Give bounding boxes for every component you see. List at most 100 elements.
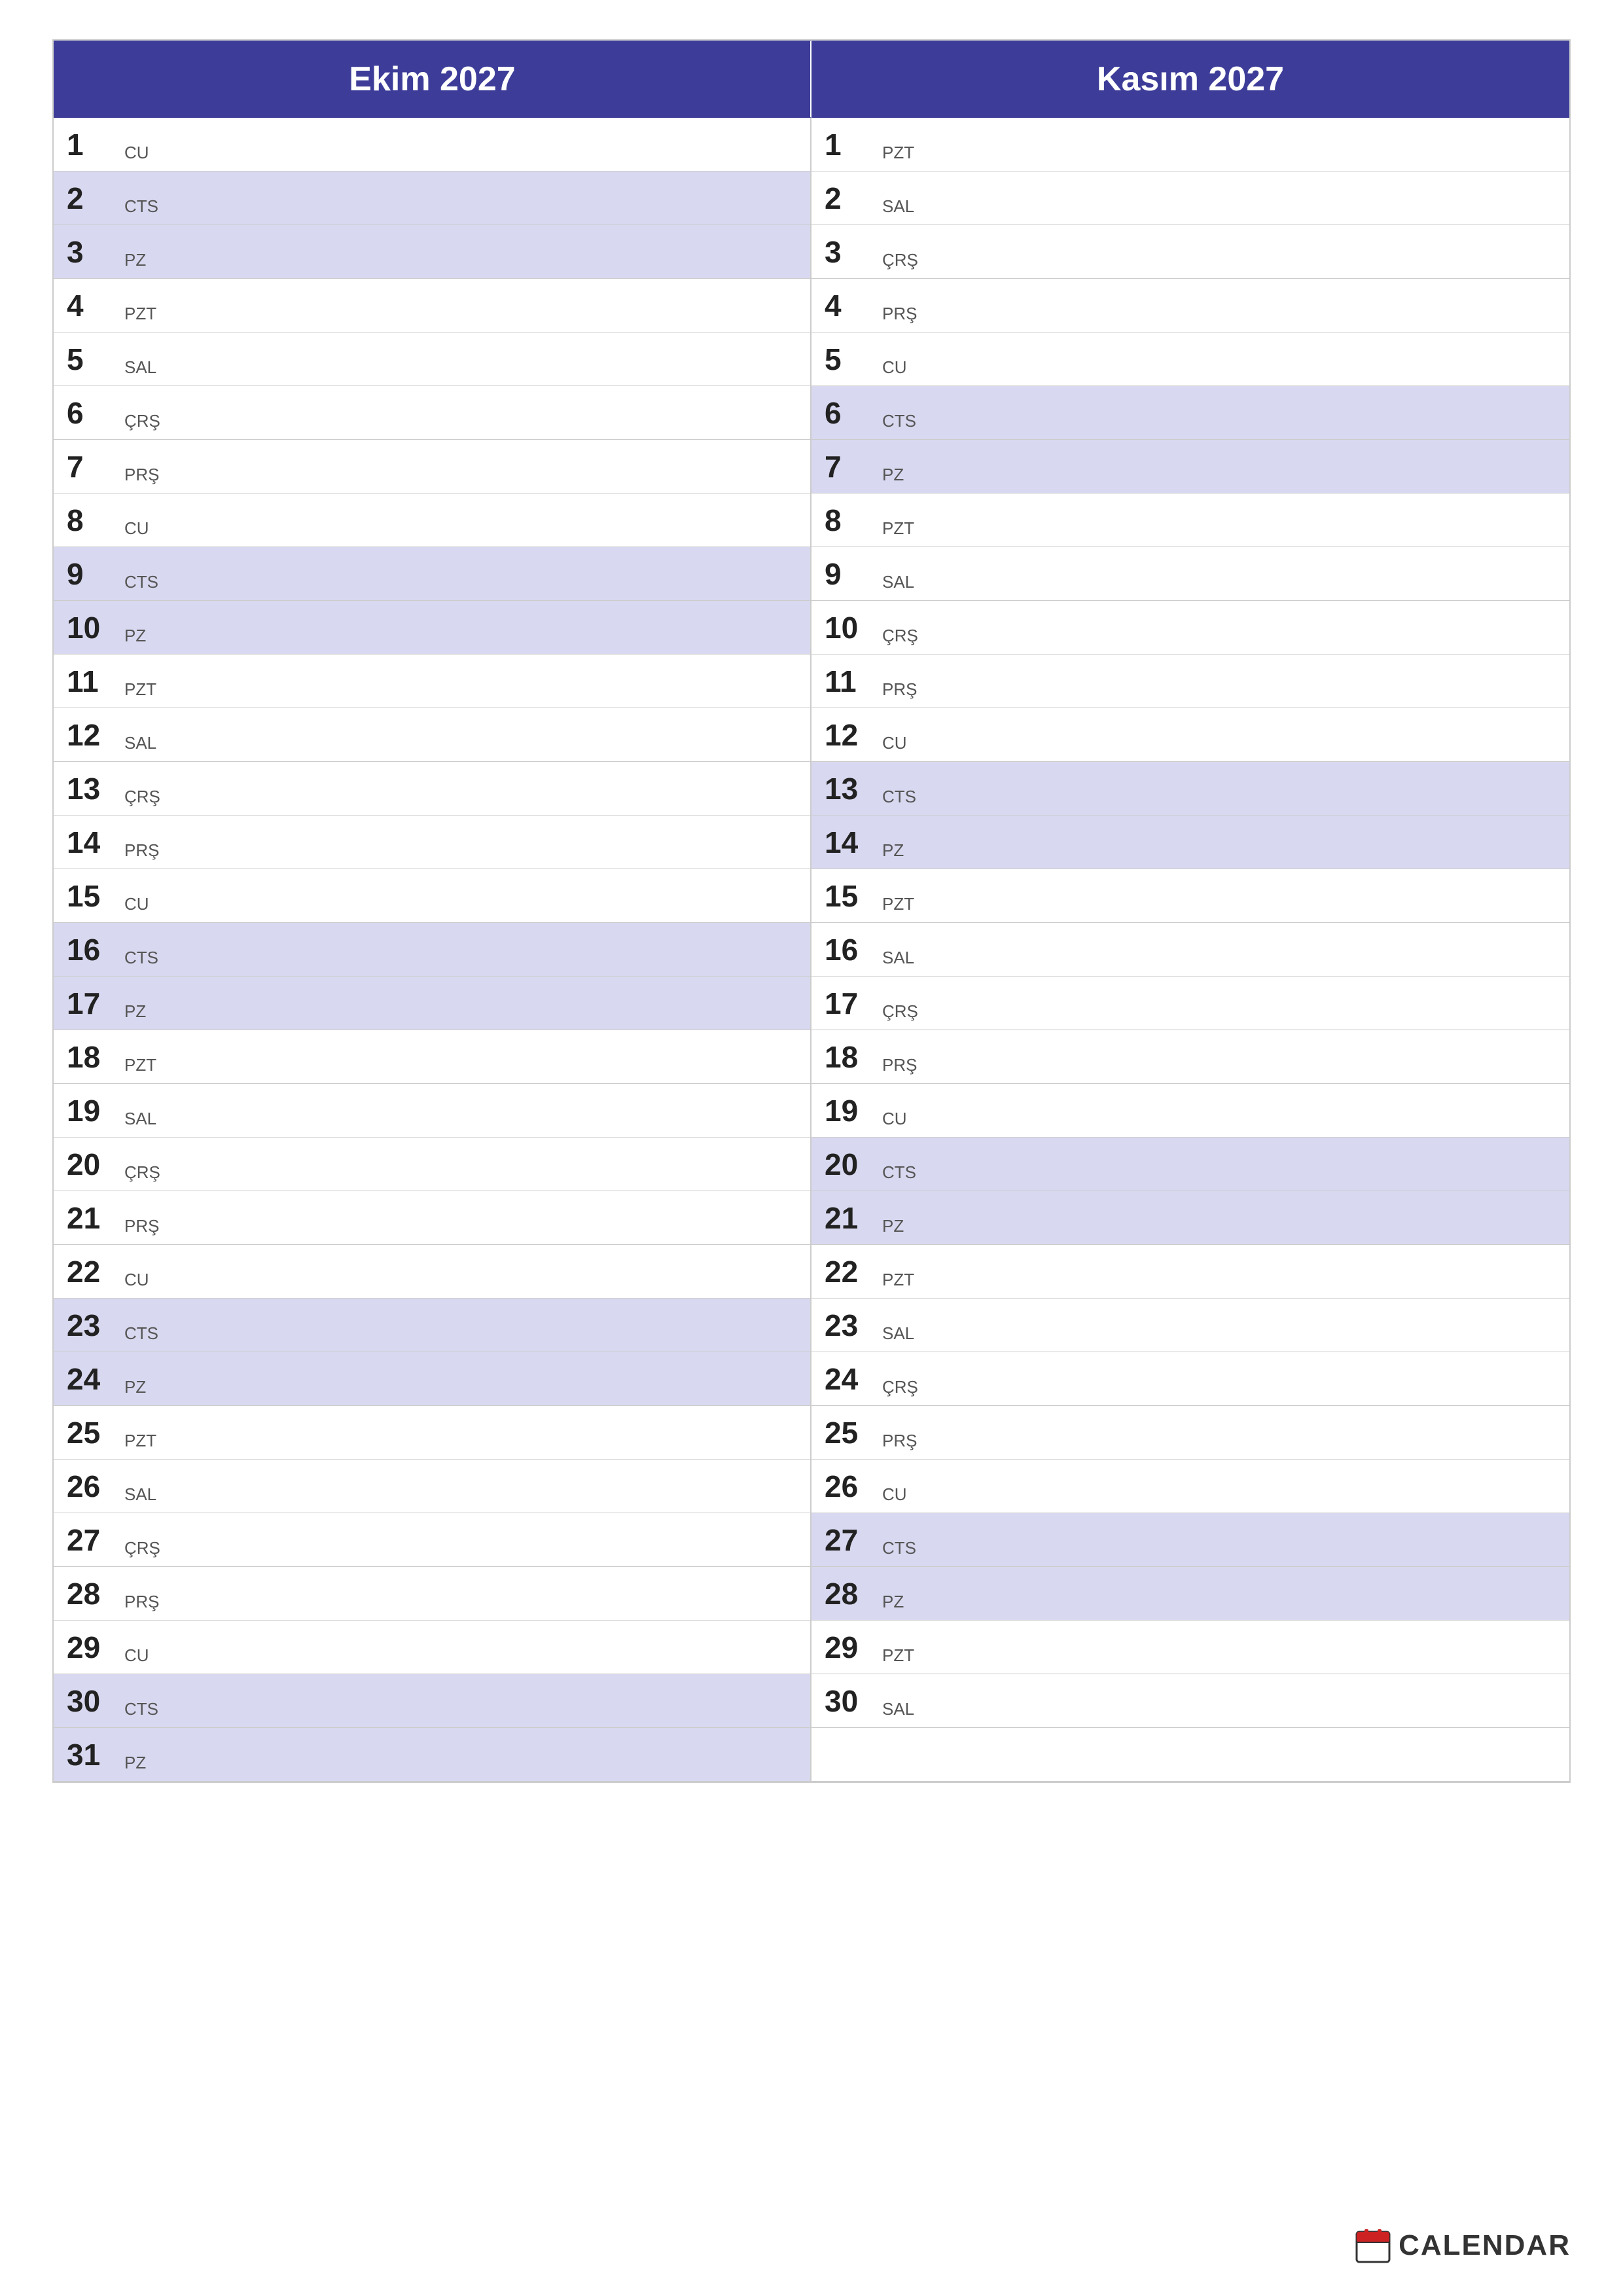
day-row: 31PZ xyxy=(54,1728,810,1782)
day-row: 5SAL xyxy=(54,332,810,386)
day-number: 27 xyxy=(825,1525,877,1555)
day-row: 22PZT xyxy=(812,1245,1569,1299)
day-number: 15 xyxy=(825,881,877,911)
day-row: 14PRŞ xyxy=(54,816,810,869)
day-name: PRŞ xyxy=(882,304,917,324)
day-number: 2 xyxy=(67,183,119,213)
day-row: 21PZ xyxy=(812,1191,1569,1245)
day-name: PZT xyxy=(882,894,914,914)
day-row: 28PZ xyxy=(812,1567,1569,1621)
days-container: 1CU2CTS3PZ4PZT5SAL6ÇRŞ7PRŞ8CU9CTS10PZ11P… xyxy=(54,118,1569,1782)
day-name: CTS xyxy=(124,196,158,217)
day-row: 10PZ xyxy=(54,601,810,655)
calendar-grid: Ekim 2027 Kasım 2027 1CU2CTS3PZ4PZT5SAL6… xyxy=(52,39,1571,1783)
day-number: 3 xyxy=(67,237,119,267)
day-number: 16 xyxy=(67,935,119,965)
day-number: 19 xyxy=(67,1096,119,1126)
day-name: CU xyxy=(124,1270,149,1290)
day-number: 7 xyxy=(67,452,119,482)
day-row-empty xyxy=(812,1728,1569,1782)
day-name: PZT xyxy=(124,679,156,700)
day-row: 16SAL xyxy=(812,923,1569,977)
day-row: 11PZT xyxy=(54,655,810,708)
ekim-column: 1CU2CTS3PZ4PZT5SAL6ÇRŞ7PRŞ8CU9CTS10PZ11P… xyxy=(54,118,812,1782)
day-number: 1 xyxy=(67,130,119,160)
day-name: PZ xyxy=(882,1216,904,1236)
day-name: PRŞ xyxy=(882,1431,917,1451)
day-name: CU xyxy=(124,1645,149,1666)
day-number: 26 xyxy=(67,1471,119,1501)
day-name: SAL xyxy=(124,1484,156,1505)
day-number: 13 xyxy=(67,774,119,804)
day-name: PRŞ xyxy=(124,1592,159,1612)
day-number: 31 xyxy=(67,1740,119,1770)
day-number: 11 xyxy=(67,666,119,696)
day-name: PZ xyxy=(124,626,146,646)
day-row: 2SAL xyxy=(812,171,1569,225)
day-name: CTS xyxy=(124,572,158,592)
day-name: CTS xyxy=(882,787,916,807)
day-name: PZ xyxy=(882,465,904,485)
day-name: CU xyxy=(882,733,907,753)
day-row: 15PZT xyxy=(812,869,1569,923)
day-number: 21 xyxy=(825,1203,877,1233)
day-row: 7PZ xyxy=(812,440,1569,493)
day-name: SAL xyxy=(882,1699,914,1719)
day-row: 8PZT xyxy=(812,493,1569,547)
month-header-kasim: Kasım 2027 xyxy=(812,41,1569,118)
day-name: PZT xyxy=(882,143,914,163)
page: Ekim 2027 Kasım 2027 1CU2CTS3PZ4PZT5SAL6… xyxy=(0,0,1623,2296)
day-name: PZT xyxy=(882,1270,914,1290)
calendar-logo-icon xyxy=(1355,2228,1391,2263)
day-name: PRŞ xyxy=(882,679,917,700)
day-number: 11 xyxy=(825,666,877,696)
day-number: 5 xyxy=(67,344,119,374)
day-number: 17 xyxy=(825,988,877,1018)
day-number: 27 xyxy=(67,1525,119,1555)
day-number: 7 xyxy=(825,452,877,482)
day-number: 5 xyxy=(825,344,877,374)
day-number: 9 xyxy=(825,559,877,589)
day-name: ÇRŞ xyxy=(124,1538,160,1558)
day-name: SAL xyxy=(882,948,914,968)
kasim-column: 1PZT2SAL3ÇRŞ4PRŞ5CU6CTS7PZ8PZT9SAL10ÇRŞ1… xyxy=(812,118,1569,1782)
day-row: 30CTS xyxy=(54,1674,810,1728)
day-row: 24ÇRŞ xyxy=(812,1352,1569,1406)
day-number: 10 xyxy=(67,613,119,643)
day-name: SAL xyxy=(124,357,156,378)
day-row: 18PRŞ xyxy=(812,1030,1569,1084)
day-row: 16CTS xyxy=(54,923,810,977)
day-name: SAL xyxy=(882,572,914,592)
day-row: 20ÇRŞ xyxy=(54,1138,810,1191)
day-row: 27CTS xyxy=(812,1513,1569,1567)
day-row: 1PZT xyxy=(812,118,1569,171)
day-row: 23CTS xyxy=(54,1299,810,1352)
day-number: 2 xyxy=(825,183,877,213)
day-name: SAL xyxy=(124,1109,156,1129)
day-row: 3ÇRŞ xyxy=(812,225,1569,279)
day-number: 25 xyxy=(825,1418,877,1448)
day-row: 27ÇRŞ xyxy=(54,1513,810,1567)
day-name: PZT xyxy=(882,518,914,539)
day-row: 26CU xyxy=(812,1460,1569,1513)
day-row: 29PZT xyxy=(812,1621,1569,1674)
day-row: 17ÇRŞ xyxy=(812,977,1569,1030)
day-name: PZT xyxy=(124,304,156,324)
day-name: PZ xyxy=(124,1377,146,1397)
footer: CALENDAR xyxy=(1355,2228,1571,2263)
day-row: 12CU xyxy=(812,708,1569,762)
day-row: 23SAL xyxy=(812,1299,1569,1352)
footer-text: CALENDAR xyxy=(1399,2229,1571,2262)
day-row: 6ÇRŞ xyxy=(54,386,810,440)
day-row: 12SAL xyxy=(54,708,810,762)
day-row: 9SAL xyxy=(812,547,1569,601)
day-name: CTS xyxy=(882,411,916,431)
day-number: 24 xyxy=(67,1364,119,1394)
day-number: 19 xyxy=(825,1096,877,1126)
day-row: 17PZ xyxy=(54,977,810,1030)
day-name: CU xyxy=(124,143,149,163)
day-row: 15CU xyxy=(54,869,810,923)
day-row: 30SAL xyxy=(812,1674,1569,1728)
day-name: CTS xyxy=(124,1699,158,1719)
day-name: PRŞ xyxy=(124,465,159,485)
